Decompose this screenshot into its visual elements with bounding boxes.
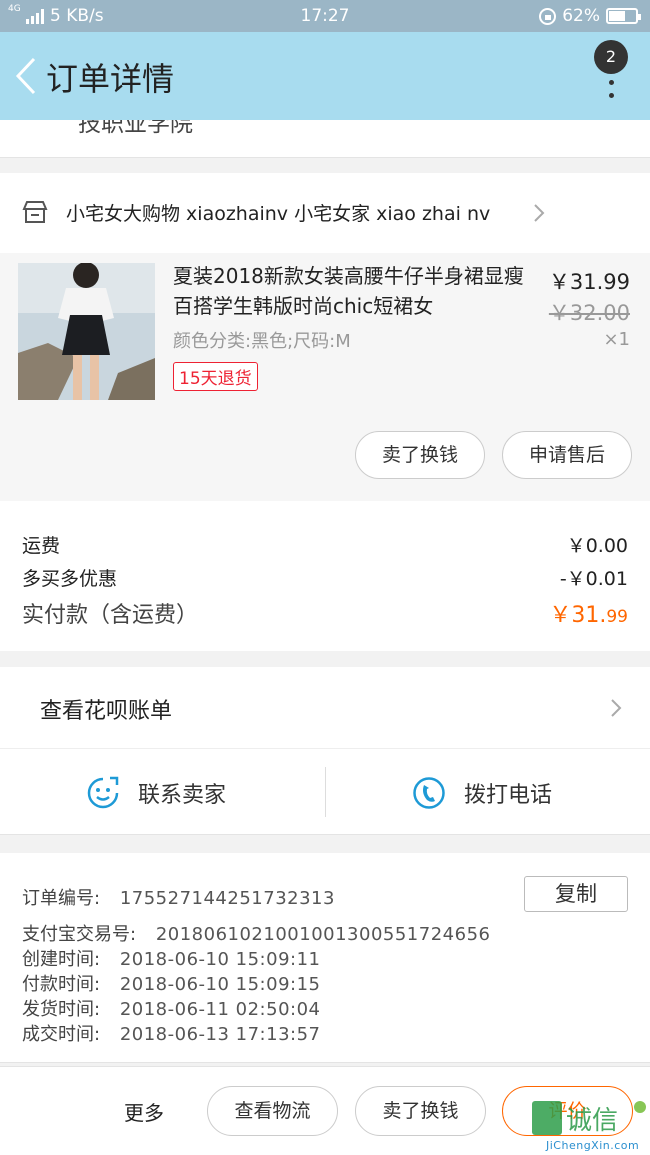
status-bar: 4G 5 KB/s 17:27 62%: [0, 0, 650, 32]
chevron-right-icon: [534, 204, 545, 222]
order-item-section: 小宅女大购物 xiaozhainv 小宅女家 xiao zhai nv 夏装20…: [0, 173, 650, 501]
created-time-label: 创建时间:: [22, 949, 101, 970]
product-attributes: 颜色分类:黑色;尺码:M: [173, 331, 351, 352]
more-actions-button[interactable]: 更多: [124, 1097, 164, 1126]
contact-divider: [325, 767, 326, 817]
order-number-value: 175527144251732313: [119, 888, 335, 909]
sell-for-cash-button[interactable]: 卖了换钱: [355, 431, 485, 479]
battery-percent: 62%: [562, 6, 600, 26]
more-menu-button[interactable]: 2: [594, 40, 630, 124]
paid-time-label: 付款时间:: [22, 974, 101, 995]
rotation-lock-icon: [539, 7, 557, 25]
phone-icon: [413, 777, 445, 809]
store-icon: [22, 201, 48, 223]
completed-time-row: 成交时间: 2018-06-13 17:13:57: [22, 1020, 320, 1046]
site-watermark-logo: 诚信 JiChengXin.com: [530, 1099, 648, 1153]
paid-amount-cents: 99: [606, 607, 628, 627]
order-number-row: 订单编号: 175527144251732313: [22, 884, 335, 910]
address-section: 技职业学院: [0, 120, 650, 158]
paid-time-row: 付款时间: 2018-06-10 15:09:15: [22, 970, 320, 996]
completed-time-label: 成交时间:: [22, 1024, 101, 1045]
sell-for-cash-bottom-button[interactable]: 卖了换钱: [355, 1086, 486, 1136]
call-phone-button[interactable]: 拨打电话: [412, 773, 552, 813]
more-dot-icon: [609, 93, 614, 98]
product-photo-icon: [18, 263, 155, 400]
product-original-price: ￥32.00: [548, 301, 630, 325]
after-sale-button[interactable]: 申请售后: [502, 431, 632, 479]
fees-section: 运费 ￥0.00 多买多优惠 -￥0.01 实付款（含运费） ￥31.99: [0, 501, 650, 651]
order-info-section: 订单编号: 175527144251732313 复制 支付宝交易号: 2018…: [0, 853, 650, 1063]
battery-icon: [606, 8, 641, 24]
shipped-time-label: 发货时间:: [22, 999, 101, 1020]
alipay-number-row: 支付宝交易号: 2018061021001001300551724656: [22, 920, 490, 946]
battery-fill: [609, 11, 626, 21]
product-title[interactable]: 夏装2018新款女装高腰牛仔半身裙显瘦百搭学生韩版时尚chic短裙女: [173, 261, 533, 321]
more-dot-icon: [609, 80, 614, 85]
product-quantity: ×1: [603, 329, 630, 350]
alipay-number-label: 支付宝交易号:: [22, 924, 137, 945]
shipping-value: ￥0.00: [566, 535, 628, 557]
paid-amount: ￥31.99: [549, 597, 628, 629]
alipay-number-value: 2018061021001001300551724656: [155, 924, 491, 945]
shipped-time-row: 发货时间: 2018-06-11 02:50:04: [22, 995, 320, 1021]
watermark-text: JiChengXin.com: [546, 1139, 640, 1152]
product-image[interactable]: [18, 263, 155, 400]
product-price: ￥31.99: [548, 270, 630, 294]
contact-seller-label: 联系卖家: [138, 783, 227, 808]
shipping-label: 运费: [22, 535, 61, 557]
created-time-value: 2018-06-10 15:09:11: [119, 949, 321, 970]
nav-bar: 订单详情 2: [0, 32, 650, 120]
page-title: 订单详情: [46, 60, 175, 98]
copy-button[interactable]: 复制: [524, 876, 628, 912]
back-arrow-icon[interactable]: [12, 56, 42, 96]
order-number-label: 订单编号:: [22, 888, 101, 909]
discount-value: -￥0.01: [559, 568, 628, 590]
created-time-row: 创建时间: 2018-06-10 15:09:11: [22, 945, 320, 971]
view-logistics-button[interactable]: 查看物流: [207, 1086, 338, 1136]
chat-face-icon: [87, 776, 119, 809]
huabei-bill-row[interactable]: 查看花呗账单: [0, 667, 650, 749]
return-policy-tag: 15天退货: [173, 362, 258, 391]
address-text: 技职业学院: [78, 120, 193, 137]
svg-text:诚信: 诚信: [566, 1106, 618, 1136]
paid-amount-main: ￥31.: [549, 603, 607, 628]
completed-time-value: 2018-06-13 17:13:57: [119, 1024, 321, 1045]
discount-label: 多买多优惠: [22, 568, 118, 590]
chevron-right-icon: [611, 699, 622, 717]
huabei-bill-label: 查看花呗账单: [40, 699, 173, 724]
notification-badge: 2: [594, 40, 628, 74]
store-name: 小宅女大购物 xiaozhainv 小宅女家 xiao zhai nv: [66, 203, 491, 225]
paid-time-value: 2018-06-10 15:09:15: [119, 974, 321, 995]
store-header[interactable]: 小宅女大购物 xiaozhainv 小宅女家 xiao zhai nv: [0, 173, 650, 253]
shipped-time-value: 2018-06-11 02:50:04: [119, 999, 321, 1020]
contact-section: 联系卖家 拨打电话: [0, 749, 650, 835]
call-phone-label: 拨打电话: [464, 783, 553, 808]
paid-label: 实付款（含运费）: [22, 603, 199, 628]
contact-seller-button[interactable]: 联系卖家: [86, 773, 226, 813]
